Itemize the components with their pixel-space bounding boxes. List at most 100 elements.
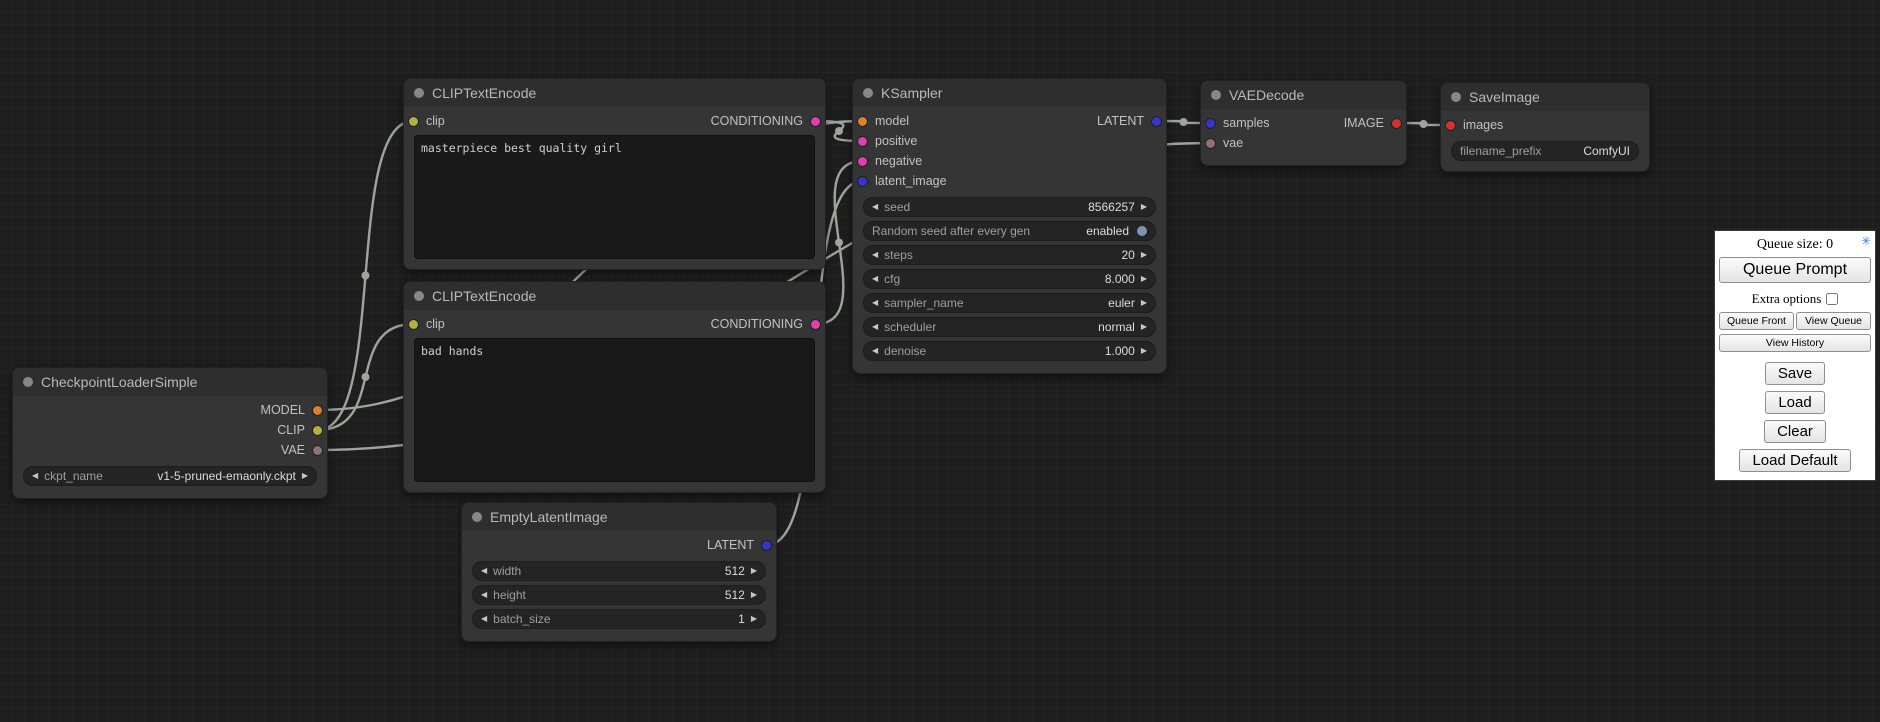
widget-scheduler[interactable]: ◀ scheduler normal ▶	[863, 317, 1156, 337]
node-checkpoint-loader-simple[interactable]: CheckpointLoaderSimple MODEL CLIP VAE ◀ …	[12, 367, 328, 499]
decrement-arrow-icon[interactable]: ◀	[481, 567, 487, 575]
save-button[interactable]: Save	[1765, 362, 1825, 385]
decrement-arrow-icon[interactable]: ◀	[872, 275, 878, 283]
output-label-clip: CLIP	[277, 423, 305, 437]
latent-image-input-port-icon[interactable]	[858, 177, 867, 186]
queue-prompt-button[interactable]: Queue Prompt	[1719, 257, 1871, 283]
node-save-image[interactable]: SaveImage images filename_prefix ComfyUI	[1440, 82, 1650, 172]
widget-seed[interactable]: ◀ seed 8566257 ▶	[863, 197, 1156, 217]
node-ksampler[interactable]: KSampler model LATENT positive negative …	[852, 78, 1167, 374]
negative-input-port-icon[interactable]	[858, 157, 867, 166]
widget-steps[interactable]: ◀ steps 20 ▶	[863, 245, 1156, 265]
input-label-negative: negative	[875, 154, 922, 168]
node-collapse-dot-icon[interactable]	[414, 291, 424, 301]
slot-row: images	[1441, 115, 1649, 135]
load-default-button[interactable]: Load Default	[1739, 449, 1850, 472]
load-button[interactable]: Load	[1765, 391, 1824, 414]
output-label-latent: LATENT	[1097, 114, 1144, 128]
queue-front-button[interactable]: Queue Front	[1719, 312, 1794, 330]
increment-arrow-icon[interactable]: ▶	[302, 472, 308, 480]
extra-options-checkbox[interactable]	[1826, 293, 1838, 305]
widget-value: 1	[738, 612, 745, 626]
toggle-indicator-icon[interactable]	[1137, 226, 1147, 236]
decrement-arrow-icon[interactable]: ◀	[481, 591, 487, 599]
widget-height[interactable]: ◀ height 512 ▶	[472, 585, 766, 605]
widget-batch-size[interactable]: ◀ batch_size 1 ▶	[472, 609, 766, 629]
conditioning-output-port-icon[interactable]	[811, 117, 820, 126]
widget-name: height	[493, 588, 526, 602]
conditioning-output-port-icon[interactable]	[811, 320, 820, 329]
node-header[interactable]: CLIPTextEncode	[404, 79, 825, 107]
clear-button[interactable]: Clear	[1764, 420, 1826, 443]
clip-input-port-icon[interactable]	[409, 320, 418, 329]
node-header[interactable]: KSampler	[853, 79, 1166, 107]
node-clip-text-encode-negative[interactable]: CLIPTextEncode clip CONDITIONING bad han…	[403, 281, 826, 493]
negative-prompt-textarea[interactable]: bad hands	[414, 338, 815, 482]
model-input-port-icon[interactable]	[858, 117, 867, 126]
node-collapse-dot-icon[interactable]	[23, 377, 33, 387]
node-header[interactable]: VAEDecode	[1201, 81, 1406, 109]
vae-input-port-icon[interactable]	[1206, 139, 1215, 148]
decrement-arrow-icon[interactable]: ◀	[481, 615, 487, 623]
node-clip-text-encode-positive[interactable]: CLIPTextEncode clip CONDITIONING masterp…	[403, 78, 826, 270]
slot-row: clip CONDITIONING	[404, 314, 825, 334]
positive-prompt-textarea[interactable]: masterpiece best quality girl	[414, 135, 815, 259]
output-slot-row: LATENT	[462, 535, 776, 555]
model-output-port-icon[interactable]	[313, 406, 322, 415]
node-header[interactable]: CLIPTextEncode	[404, 282, 825, 310]
widget-filename-prefix[interactable]: filename_prefix ComfyUI	[1451, 141, 1639, 161]
widget-value: 8.000	[1105, 272, 1135, 286]
vae-output-port-icon[interactable]	[313, 446, 322, 455]
decrement-arrow-icon[interactable]: ◀	[872, 323, 878, 331]
slot-row: vae	[1201, 133, 1406, 153]
increment-arrow-icon[interactable]: ▶	[751, 567, 757, 575]
extra-options-row: Extra options	[1719, 291, 1871, 307]
samples-input-port-icon[interactable]	[1206, 119, 1215, 128]
widget-sampler-name[interactable]: ◀ sampler_name euler ▶	[863, 293, 1156, 313]
latent-output-port-icon[interactable]	[762, 541, 771, 550]
node-vae-decode[interactable]: VAEDecode samples IMAGE vae	[1200, 80, 1407, 166]
node-header[interactable]: SaveImage	[1441, 83, 1649, 111]
widget-cfg[interactable]: ◀ cfg 8.000 ▶	[863, 269, 1156, 289]
increment-arrow-icon[interactable]: ▶	[751, 591, 757, 599]
increment-arrow-icon[interactable]: ▶	[1141, 251, 1147, 259]
widget-width[interactable]: ◀ width 512 ▶	[472, 561, 766, 581]
decrement-arrow-icon[interactable]: ◀	[32, 472, 38, 480]
increment-arrow-icon[interactable]: ▶	[1141, 299, 1147, 307]
node-collapse-dot-icon[interactable]	[1211, 90, 1221, 100]
node-collapse-dot-icon[interactable]	[863, 88, 873, 98]
input-label-clip: clip	[426, 114, 445, 128]
view-history-button[interactable]: View History	[1719, 334, 1871, 352]
decrement-arrow-icon[interactable]: ◀	[872, 251, 878, 259]
increment-arrow-icon[interactable]: ▶	[1141, 275, 1147, 283]
widget-ckpt-name[interactable]: ◀ ckpt_name v1-5-pruned-emaonly.ckpt ▶	[23, 466, 317, 486]
widget-random-seed-toggle[interactable]: Random seed after every gen enabled	[863, 221, 1156, 241]
latent-output-port-icon[interactable]	[1152, 117, 1161, 126]
node-header[interactable]: EmptyLatentImage	[462, 503, 776, 531]
node-collapse-dot-icon[interactable]	[414, 88, 424, 98]
widget-name: seed	[884, 200, 910, 214]
image-output-port-icon[interactable]	[1392, 119, 1401, 128]
positive-input-port-icon[interactable]	[858, 137, 867, 146]
increment-arrow-icon[interactable]: ▶	[1141, 323, 1147, 331]
node-title: SaveImage	[1469, 89, 1540, 105]
widget-name: filename_prefix	[1460, 144, 1541, 158]
clip-output-port-icon[interactable]	[313, 426, 322, 435]
settings-gear-icon[interactable]: ✳	[1861, 235, 1871, 247]
decrement-arrow-icon[interactable]: ◀	[872, 203, 878, 211]
widget-denoise[interactable]: ◀ denoise 1.000 ▶	[863, 341, 1156, 361]
node-header[interactable]: CheckpointLoaderSimple	[13, 368, 327, 396]
decrement-arrow-icon[interactable]: ◀	[872, 347, 878, 355]
view-queue-button[interactable]: View Queue	[1796, 312, 1871, 330]
node-collapse-dot-icon[interactable]	[1451, 92, 1461, 102]
increment-arrow-icon[interactable]: ▶	[1141, 203, 1147, 211]
increment-arrow-icon[interactable]: ▶	[751, 615, 757, 623]
clip-input-port-icon[interactable]	[409, 117, 418, 126]
node-empty-latent-image[interactable]: EmptyLatentImage LATENT ◀ width 512 ▶ ◀ …	[461, 502, 777, 642]
slot-row: samples IMAGE	[1201, 113, 1406, 133]
node-title: VAEDecode	[1229, 87, 1304, 103]
increment-arrow-icon[interactable]: ▶	[1141, 347, 1147, 355]
decrement-arrow-icon[interactable]: ◀	[872, 299, 878, 307]
images-input-port-icon[interactable]	[1446, 121, 1455, 130]
node-collapse-dot-icon[interactable]	[472, 512, 482, 522]
